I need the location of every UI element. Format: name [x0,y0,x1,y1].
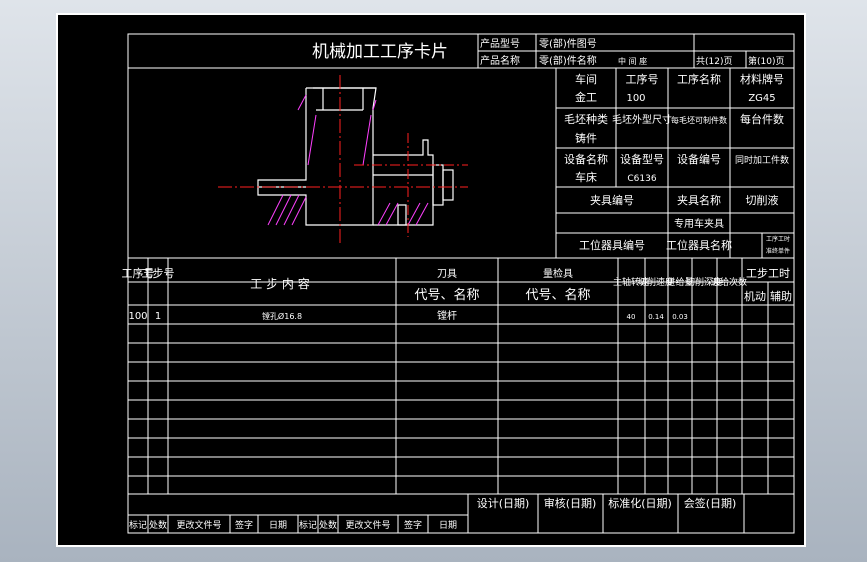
sheet-number: 第(10)页 [748,55,784,67]
per-unit-label: 每台件数 [740,112,784,126]
date-label: 日期 [269,520,287,531]
simultaneous-label: 同时加工件数 [735,154,789,166]
col-step-no: 工步号 [142,267,175,280]
signature-label: 签字 [235,519,253,531]
standardize-label: 标准化(日期) [608,496,672,510]
row-feed: 0.03 [672,313,688,321]
blank-size-label: 毛坯外型尺寸 [612,113,672,126]
col-tool: 刀具 [437,268,457,280]
places-label: 处数 [149,519,167,531]
row-spindle-speed: 40 [627,313,636,321]
equipment-model-value: C6136 [627,174,656,184]
material-value: ZG45 [748,93,775,104]
row-cutting-speed: 0.14 [648,313,664,321]
blank-type-label: 毛坯种类 [564,112,608,126]
equipment-name-value: 车床 [575,170,597,184]
part-sketch [218,75,468,243]
part-name-label: 零(部)件名称 [539,54,597,67]
workshop-label: 车间 [575,72,597,86]
process-no-label: 工序号 [626,72,659,86]
equipment-no-label: 设备编号 [677,152,721,166]
col-auxiliary: 辅助 [770,289,792,303]
col-step-content: 工 步 内 容 [250,276,309,291]
card-title: 机械加工工序卡片 [312,42,448,62]
places-label-2: 处数 [319,519,337,531]
hours-sub-label: 准终单件 [766,247,790,255]
product-model-label: 产品型号 [480,37,520,50]
process-hours-label: 工序工时 [766,235,790,243]
row-step-no: 1 [155,311,161,322]
process-no-value: 100 [626,93,645,104]
material-label: 材料牌号 [740,72,784,86]
review-label: 审核(日期) [544,496,597,510]
row-step-content: 镗孔Ø16.8 [262,311,302,321]
mark-label: 标记 [129,519,147,531]
mark-label-2: 标记 [299,519,317,531]
station-tool-no-label: 工位器具编号 [579,238,645,252]
per-blank-label: 每毛坯可制件数 [671,115,727,125]
row-tool: 镗杆 [437,309,457,322]
col-tool-code: 代号、名称 [414,287,479,303]
table-row: 100 1 镗孔Ø16.8 镗杆 40 0.14 0.03 [128,309,687,322]
fixture-name-value: 专用车夹具 [674,217,724,230]
fixture-no-label: 夹具编号 [590,193,634,207]
col-gauge: 量检具 [543,267,573,280]
process-card: 机械加工工序卡片 产品型号 零(部)件图号 产品名称 零(部)件名称 中 间 座… [122,33,795,534]
part-drawing-no-label: 零(部)件图号 [539,37,597,50]
col-machine: 机动 [744,289,766,303]
blank-type-value: 铸件 [575,131,597,145]
col-feed-times: 进给次数 [711,276,747,288]
row-process-no: 100 [128,311,147,322]
signature-label-2: 签字 [404,519,422,531]
equipment-model-label: 设备型号 [620,152,664,166]
sheets-total: 共(12)页 [696,56,732,67]
workshop-value: 金工 [575,90,597,104]
countersign-label: 会签(日期) [684,496,737,510]
coolant-label: 切削液 [746,193,779,207]
change-doc-label: 更改文件号 [176,519,221,531]
station-tool-name-label: 工位器具名称 [666,238,732,252]
product-name-label: 产品名称 [480,54,520,67]
col-step-hours: 工步工时 [746,267,790,280]
drawing-sheet: 机械加工工序卡片 产品型号 零(部)件图号 产品名称 零(部)件名称 中 间 座… [56,13,806,547]
fixture-name-label: 夹具名称 [677,193,721,207]
design-label: 设计(日期) [477,497,530,510]
part-name-value: 中 间 座 [618,56,647,66]
process-name-label: 工序名称 [677,72,721,86]
change-doc-label-2: 更改文件号 [345,519,390,531]
date-label-2: 日期 [439,520,457,531]
equipment-name-label: 设备名称 [564,152,608,166]
col-gauge-code: 代号、名称 [525,287,590,303]
